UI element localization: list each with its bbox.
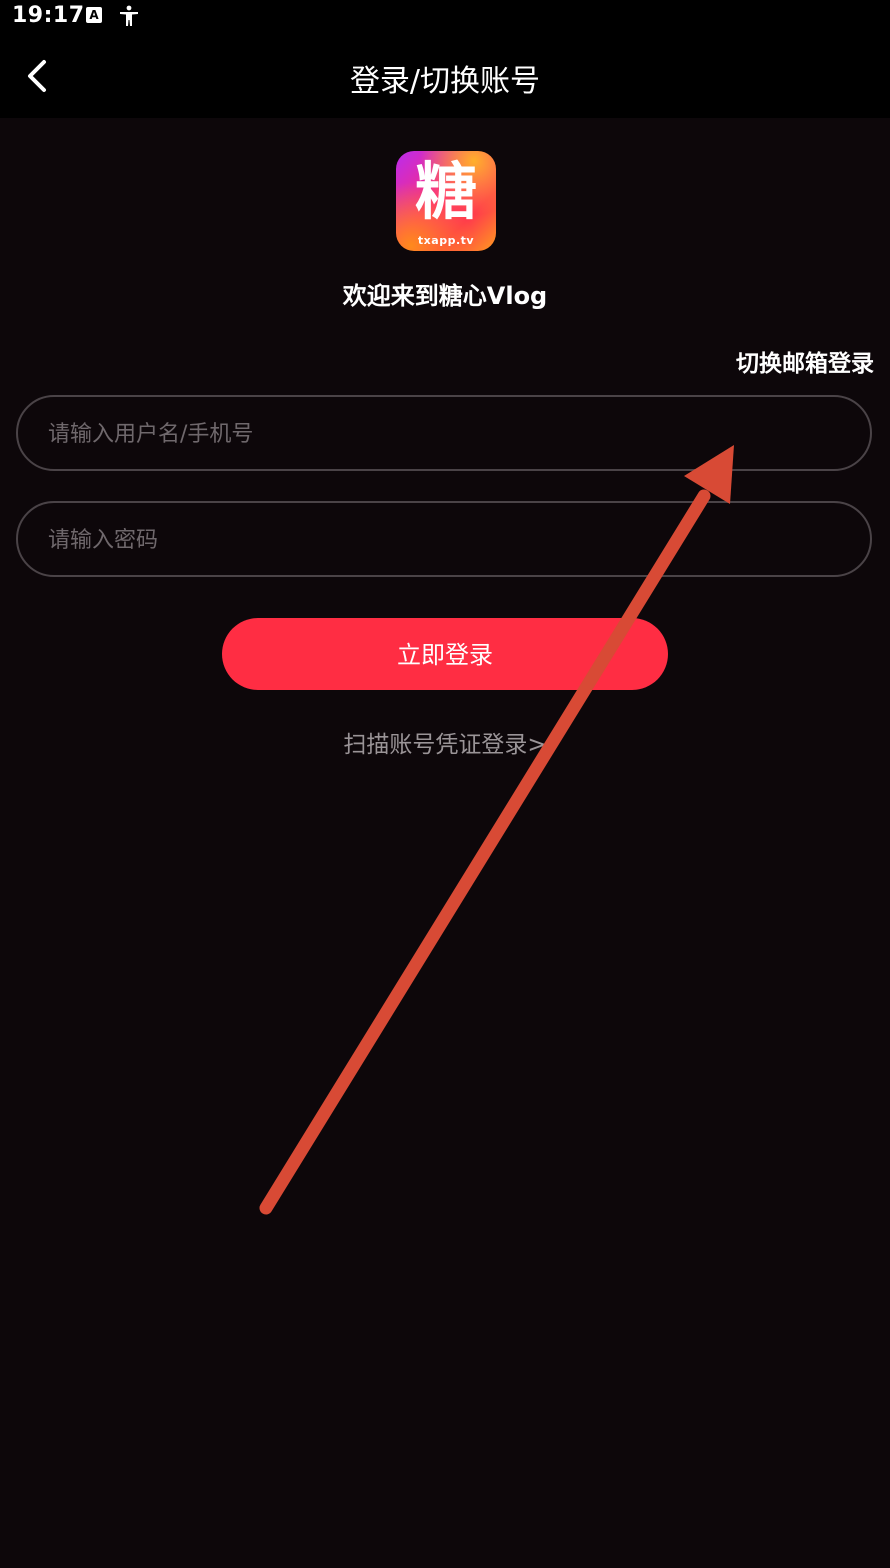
page-title: 登录/切换账号 xyxy=(349,64,541,99)
logo-subtitle: txapp.tv xyxy=(417,234,475,247)
logo-character: 糖 xyxy=(414,155,477,228)
title-bar: 登录/切换账号 xyxy=(0,34,890,118)
status-time: 19:17 xyxy=(12,3,85,28)
username-input[interactable] xyxy=(46,397,840,471)
welcome-text: 欢迎来到糖心Vlog xyxy=(342,282,548,310)
scan-credential-login-link[interactable]: 扫描账号凭证登录> xyxy=(0,725,890,759)
password-input[interactable] xyxy=(46,503,840,577)
username-field xyxy=(16,395,872,471)
login-button[interactable]: 立即登录 xyxy=(222,618,668,690)
switch-email-login-link[interactable]: 切换邮箱登录 xyxy=(736,344,874,378)
password-field xyxy=(16,501,872,577)
notification-a-icon: A xyxy=(86,7,102,23)
status-bar: 19:17 A xyxy=(0,0,890,34)
accessibility-icon xyxy=(118,5,140,31)
app-logo: 糖 txapp.tv xyxy=(396,151,496,251)
